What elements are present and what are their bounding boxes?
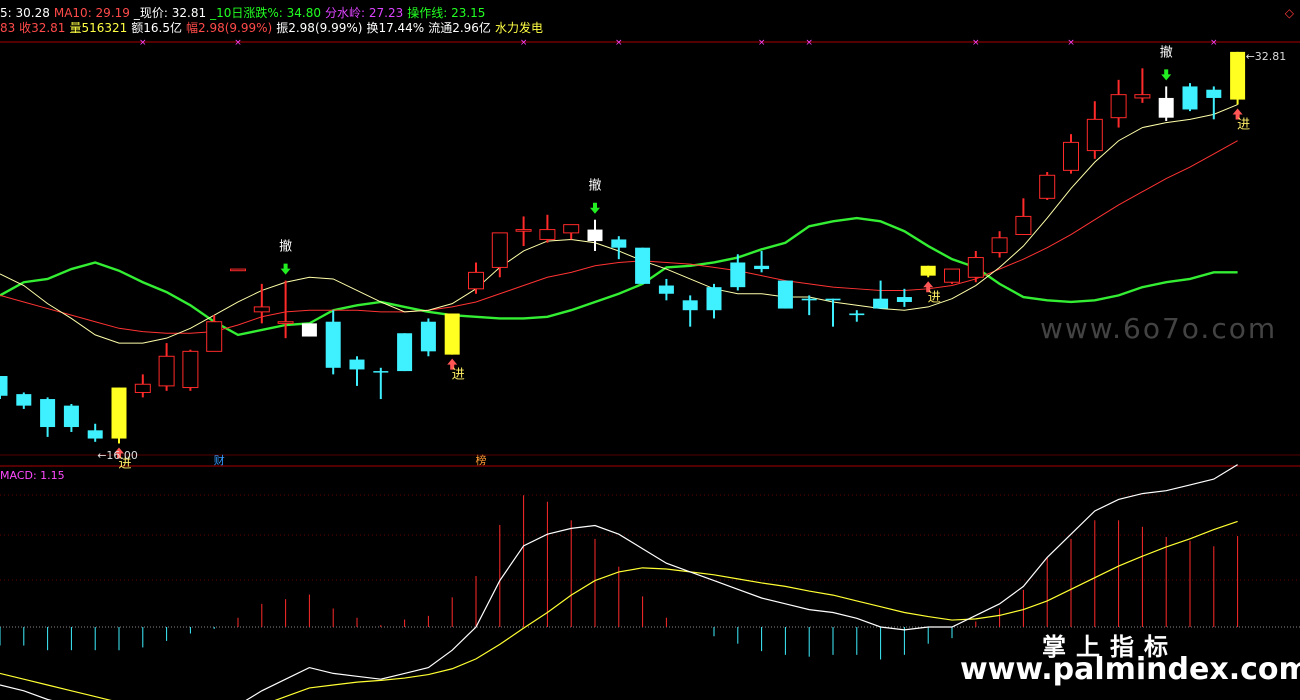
candle-body-26 bbox=[611, 239, 627, 248]
candle-body-9 bbox=[206, 321, 223, 352]
candle-body-16 bbox=[373, 371, 389, 373]
candle-body-3 bbox=[63, 405, 79, 428]
candle-body-33 bbox=[777, 280, 793, 309]
candle-body-5 bbox=[111, 387, 127, 439]
candle-body-29 bbox=[682, 300, 698, 311]
candle-body-43 bbox=[1015, 215, 1032, 236]
quote-value-2: 额16.5亿 bbox=[131, 21, 182, 35]
candle-body-21 bbox=[491, 232, 508, 268]
quote-value-5: 换17.44% bbox=[366, 21, 425, 35]
candle-body-22 bbox=[515, 229, 532, 232]
candle-body-34 bbox=[801, 298, 817, 301]
quote-header: 83 收32.81 量516321 额16.5亿 幅2.98(9.99%) 振2.98(… bbox=[0, 21, 547, 36]
candle-body-44 bbox=[1039, 174, 1056, 199]
header-value-2: _现价: 32.81 bbox=[133, 6, 207, 20]
candle-body-38 bbox=[896, 297, 912, 302]
candle-body-17 bbox=[397, 333, 413, 372]
candle-body-36 bbox=[849, 313, 865, 316]
candle-body-19 bbox=[444, 313, 460, 355]
candle-body-30 bbox=[706, 287, 722, 311]
buy-label-2: 进 bbox=[452, 368, 465, 383]
sell-arrow-1 bbox=[280, 263, 291, 275]
high-price-label: ←32.81 bbox=[1246, 50, 1287, 63]
candle-body-49 bbox=[1158, 97, 1174, 118]
candle-body-32 bbox=[754, 265, 770, 270]
x-mark-2: × bbox=[520, 38, 528, 48]
candle-body-14 bbox=[325, 321, 341, 368]
header-value-3: _10日涨跌%: 34.80 bbox=[210, 6, 322, 20]
sell-arrow-3 bbox=[590, 202, 600, 214]
news-marker-0: 财 bbox=[214, 453, 225, 467]
x-mark-3: × bbox=[615, 38, 623, 48]
candle-body-20 bbox=[468, 271, 484, 290]
quote-value-0: 83 收32.81 bbox=[0, 21, 66, 35]
buy-label-6: 进 bbox=[1237, 118, 1250, 133]
candle-body-39 bbox=[920, 265, 936, 276]
quote-value-1: 量516321 bbox=[69, 21, 128, 35]
candle-body-0 bbox=[0, 376, 8, 396]
x-mark-1: × bbox=[234, 38, 242, 48]
sell-label-1: 撤 bbox=[279, 239, 292, 255]
x-mark-8: × bbox=[1210, 38, 1218, 48]
x-mark-4: × bbox=[758, 38, 766, 48]
candle-body-10 bbox=[230, 268, 246, 272]
candle-body-40 bbox=[944, 268, 960, 283]
x-mark-5: × bbox=[805, 38, 813, 48]
quote-value-7: 水力发电 bbox=[494, 21, 543, 35]
candle-body-31 bbox=[730, 262, 746, 288]
candle-body-46 bbox=[1086, 118, 1103, 152]
candle-body-52 bbox=[1230, 51, 1246, 100]
candle-body-23 bbox=[539, 229, 556, 240]
header-value-1: MA10: 29.19 bbox=[53, 6, 130, 20]
quote-value-6: 流通2.96亿 bbox=[428, 21, 491, 35]
candle-body-27 bbox=[635, 247, 651, 284]
sell-label-5: 撤 bbox=[1160, 44, 1173, 60]
macd-label: MACD: 1.15 bbox=[0, 469, 65, 482]
candle-body-2 bbox=[40, 399, 56, 428]
kline-chart[interactable]: × × × × × × × × ×进撤进撤进撤进←16.00←32.81财榜 bbox=[0, 0, 1300, 700]
news-marker-1: 榜 bbox=[476, 453, 487, 467]
candle-body-1 bbox=[16, 394, 32, 406]
candle-body-15 bbox=[349, 359, 365, 370]
indicator-header: 5: 30.28 MA10: 29.19 _现价: 32.81 _10日涨跌%: 34… bbox=[0, 6, 489, 21]
header-value-0: 5: 30.28 bbox=[0, 6, 50, 20]
candle-body-47 bbox=[1110, 94, 1127, 119]
candle-body-13 bbox=[301, 323, 317, 337]
candle-body-42 bbox=[991, 237, 1008, 254]
x-mark-0: × bbox=[139, 38, 147, 48]
x-mark-6: × bbox=[972, 38, 980, 48]
candle-body-18 bbox=[420, 321, 436, 352]
quote-value-3: 幅2.98(9.99%) bbox=[186, 21, 273, 35]
candle-body-25 bbox=[587, 229, 603, 242]
candle-body-50 bbox=[1182, 86, 1198, 110]
sell-arrow-5 bbox=[1161, 69, 1172, 81]
sell-label-3: 撤 bbox=[588, 178, 601, 194]
diamond-icon[interactable]: ◇ bbox=[1285, 6, 1294, 20]
x-mark-7: × bbox=[1067, 38, 1075, 48]
candle-body-6 bbox=[134, 383, 151, 393]
watermark-url: www.palmindex.com bbox=[960, 652, 1300, 687]
candle-body-41 bbox=[967, 257, 984, 278]
candle-body-4 bbox=[87, 430, 103, 439]
candle-body-45 bbox=[1063, 141, 1079, 171]
watermark-top: www.6o7o.com bbox=[1040, 312, 1278, 345]
low-price-label: ←16.00 bbox=[97, 449, 138, 462]
candle-body-8 bbox=[182, 350, 199, 389]
candle-body-28 bbox=[658, 285, 674, 294]
candle-body-24 bbox=[563, 224, 580, 234]
candle-body-37 bbox=[873, 298, 889, 309]
candle-body-11 bbox=[253, 306, 270, 313]
candle-body-7 bbox=[158, 355, 175, 387]
buy-label-4: 进 bbox=[928, 290, 941, 305]
quote-value-4: 振2.98(9.99%) bbox=[276, 21, 363, 35]
header-value-5: 操作线: 23.15 bbox=[407, 6, 486, 20]
ma5-line bbox=[0, 104, 1238, 344]
header-value-4: 分水岭: 27.23 bbox=[325, 6, 404, 20]
candle-body-51 bbox=[1206, 89, 1222, 98]
candle-body-35 bbox=[825, 298, 841, 301]
candle-body-12 bbox=[277, 321, 294, 324]
candle-body-48 bbox=[1134, 94, 1151, 99]
